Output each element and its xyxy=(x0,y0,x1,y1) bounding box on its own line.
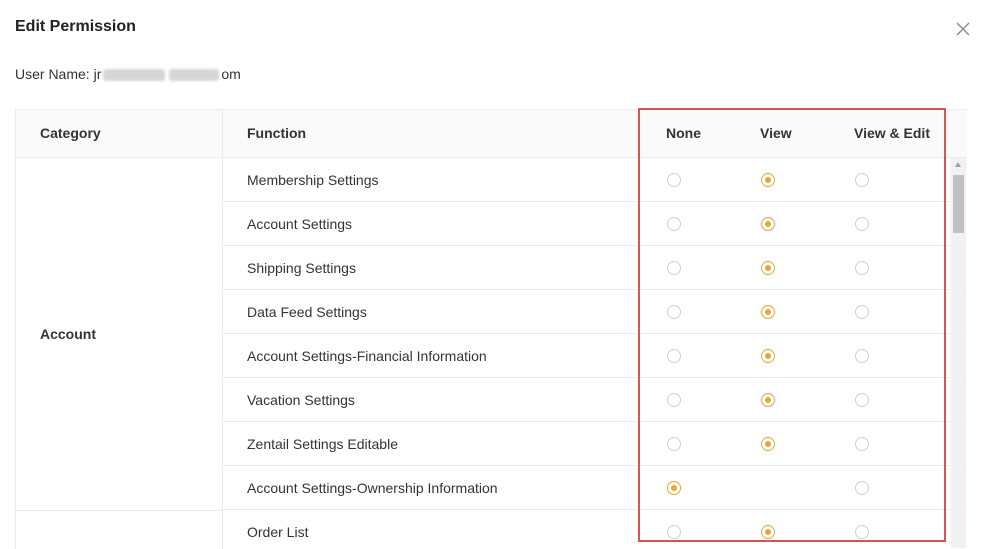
function-label: Account Settings-Ownership Information xyxy=(247,480,498,496)
row-divider xyxy=(222,289,967,290)
permission-table: Category Function None View View & Edit … xyxy=(15,109,967,549)
function-label: Account Settings-Financial Information xyxy=(247,348,487,364)
radio-view[interactable] xyxy=(761,217,775,231)
header-none: None xyxy=(666,125,701,141)
radio-view-edit[interactable] xyxy=(855,173,869,187)
table-header: Category Function None View View & Edit xyxy=(16,110,967,158)
radio-view[interactable] xyxy=(761,305,775,319)
row-divider xyxy=(222,333,967,334)
radio-view-edit[interactable] xyxy=(855,393,869,407)
radio-none[interactable] xyxy=(667,261,681,275)
radio-none[interactable] xyxy=(667,393,681,407)
header-function: Function xyxy=(247,125,307,141)
function-label: Shipping Settings xyxy=(247,260,356,276)
radio-none[interactable] xyxy=(667,349,681,363)
radio-none[interactable] xyxy=(667,173,681,187)
radio-none[interactable] xyxy=(667,481,681,495)
radio-view-edit[interactable] xyxy=(855,349,869,363)
radio-view-edit[interactable] xyxy=(855,261,869,275)
row-divider xyxy=(222,245,967,246)
radio-none[interactable] xyxy=(667,217,681,231)
radio-view-edit[interactable] xyxy=(855,481,869,495)
radio-view[interactable] xyxy=(761,349,775,363)
redaction-block xyxy=(169,69,220,82)
row-divider xyxy=(222,465,967,466)
close-icon[interactable] xyxy=(954,20,972,38)
user-name-value: jr om xyxy=(94,66,241,82)
radio-view-edit[interactable] xyxy=(855,437,869,451)
function-label: Vacation Settings xyxy=(247,392,355,408)
header-category: Category xyxy=(40,125,101,141)
scrollbar-thumb[interactable] xyxy=(953,175,964,233)
header-view-edit: View & Edit xyxy=(854,125,930,141)
row-divider xyxy=(222,377,967,378)
function-label: Data Feed Settings xyxy=(247,304,367,320)
row-divider xyxy=(222,509,967,510)
dialog-title: Edit Permission xyxy=(15,18,136,35)
function-label: Membership Settings xyxy=(247,172,379,188)
radio-view[interactable] xyxy=(761,173,775,187)
function-label: Order List xyxy=(247,524,309,540)
radio-view[interactable] xyxy=(761,393,775,407)
category-account: Account xyxy=(40,326,96,342)
user-name-value-end: om xyxy=(221,66,241,82)
user-name-row: User Name: jr om xyxy=(15,66,241,82)
redaction-block xyxy=(103,69,166,82)
header-view: View xyxy=(760,125,792,141)
radio-view-edit[interactable] xyxy=(855,217,869,231)
user-name-value-start: jr xyxy=(93,66,102,82)
radio-view-edit[interactable] xyxy=(855,525,869,539)
radio-view[interactable] xyxy=(761,437,775,451)
row-divider xyxy=(222,421,967,422)
row-divider xyxy=(222,201,967,202)
scroll-up-arrow-icon[interactable] xyxy=(955,162,961,167)
function-label: Zentail Settings Editable xyxy=(247,436,398,452)
column-divider xyxy=(222,110,223,549)
radio-none[interactable] xyxy=(667,525,681,539)
radio-none[interactable] xyxy=(667,437,681,451)
radio-none[interactable] xyxy=(667,305,681,319)
user-name-label: User Name: xyxy=(15,66,90,82)
radio-view[interactable] xyxy=(761,261,775,275)
radio-view-edit[interactable] xyxy=(855,305,869,319)
radio-view[interactable] xyxy=(761,525,775,539)
category-divider xyxy=(16,510,222,511)
function-label: Account Settings xyxy=(247,216,353,232)
